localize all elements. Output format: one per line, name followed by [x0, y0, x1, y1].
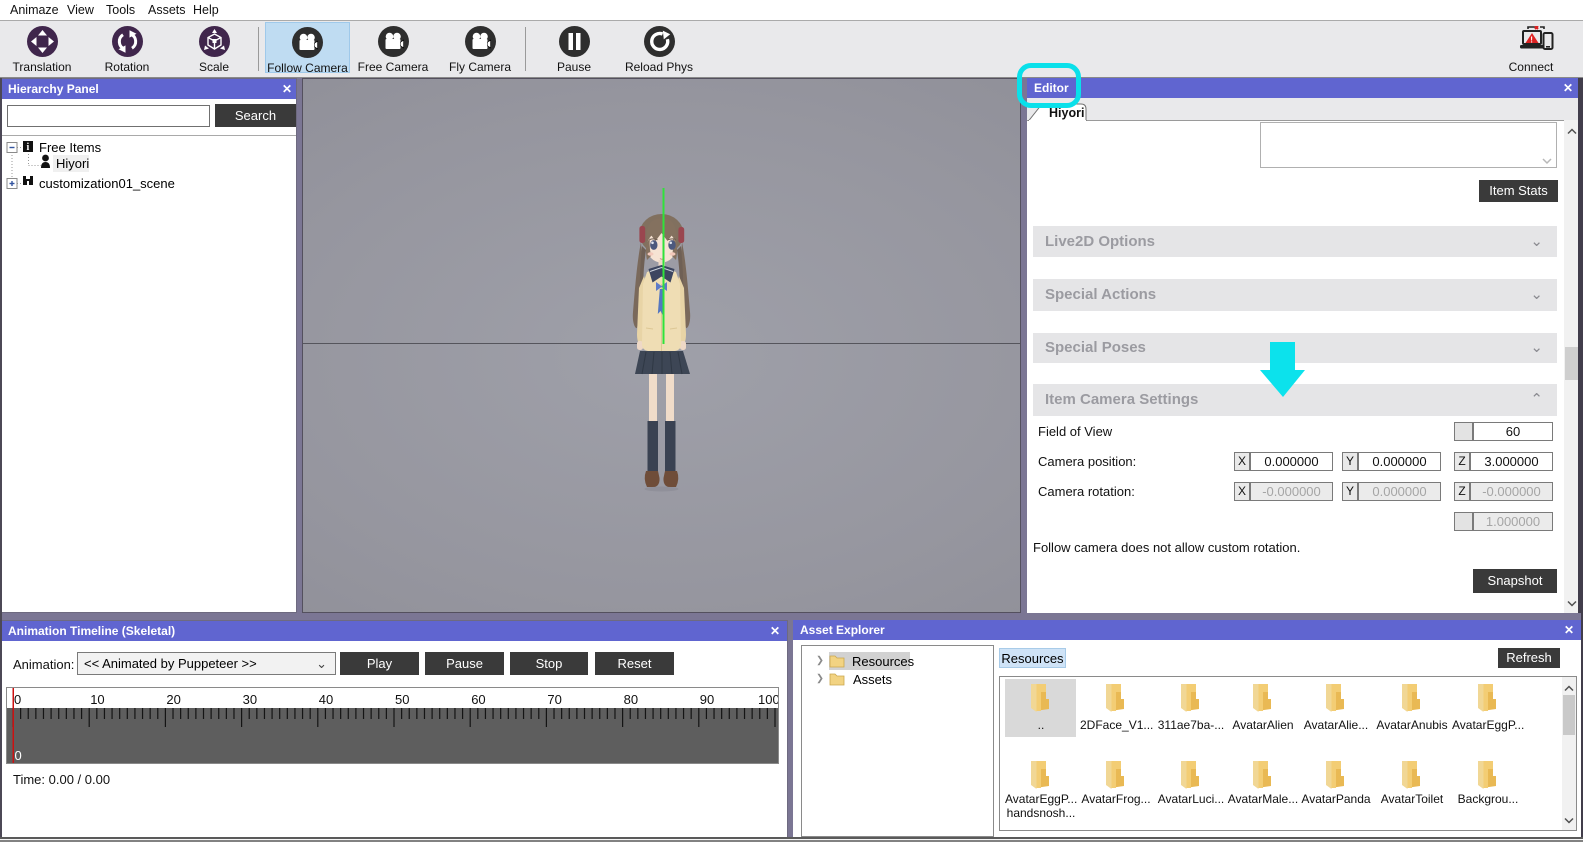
svg-text:80: 80: [624, 692, 638, 707]
svg-text:Hiyori: Hiyori: [1049, 106, 1084, 120]
svg-text:0: 0: [15, 748, 22, 763]
svg-text:20: 20: [166, 692, 180, 707]
svg-text:40: 40: [319, 692, 333, 707]
svg-text:i: i: [27, 142, 30, 153]
svg-text:70: 70: [547, 692, 561, 707]
svg-text:!: !: [1530, 36, 1533, 45]
svg-text:50: 50: [395, 692, 409, 707]
svg-text:60: 60: [471, 692, 485, 707]
svg-text:0: 0: [14, 692, 21, 707]
svg-text:100: 100: [758, 692, 778, 707]
svg-text:90: 90: [700, 692, 714, 707]
svg-text:10: 10: [90, 692, 104, 707]
svg-text:30: 30: [243, 692, 257, 707]
